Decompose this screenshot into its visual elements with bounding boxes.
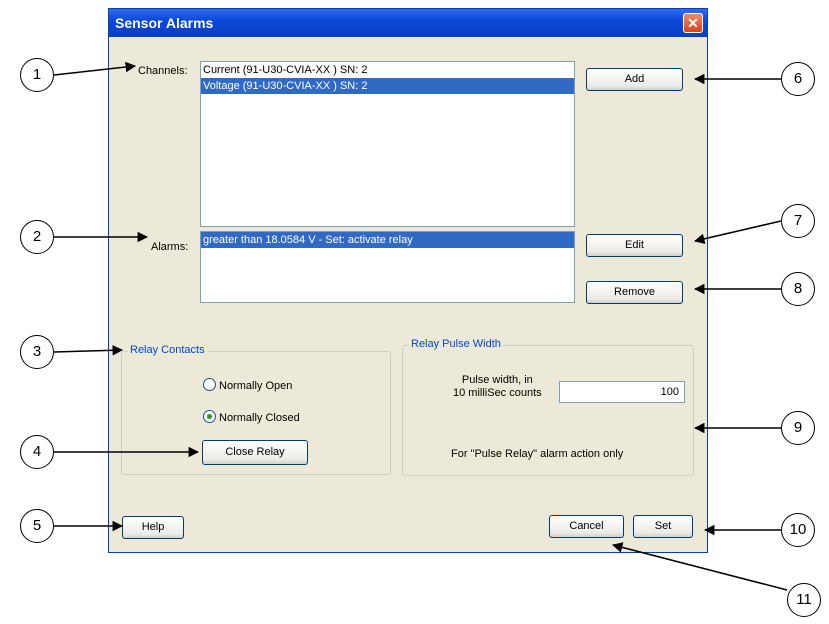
callout-10: 10 [781, 513, 815, 547]
callout-arrow-11 [611, 542, 788, 591]
callout-8: 8 [781, 272, 815, 306]
callout-arrow-7 [693, 220, 782, 244]
callout-11: 11 [787, 583, 821, 617]
callout-9: 9 [781, 411, 815, 445]
callout-7: 7 [781, 204, 815, 238]
callout-arrows [53, 61, 788, 591]
callout-4: 4 [20, 435, 54, 469]
callout-2: 2 [20, 220, 54, 254]
callout-5: 5 [20, 509, 54, 543]
callout-arrow-3 [53, 345, 124, 356]
callout-1: 1 [20, 58, 54, 92]
callout-arrow-1 [53, 61, 137, 76]
callout-6: 6 [781, 62, 815, 96]
callout-3: 3 [20, 335, 54, 369]
